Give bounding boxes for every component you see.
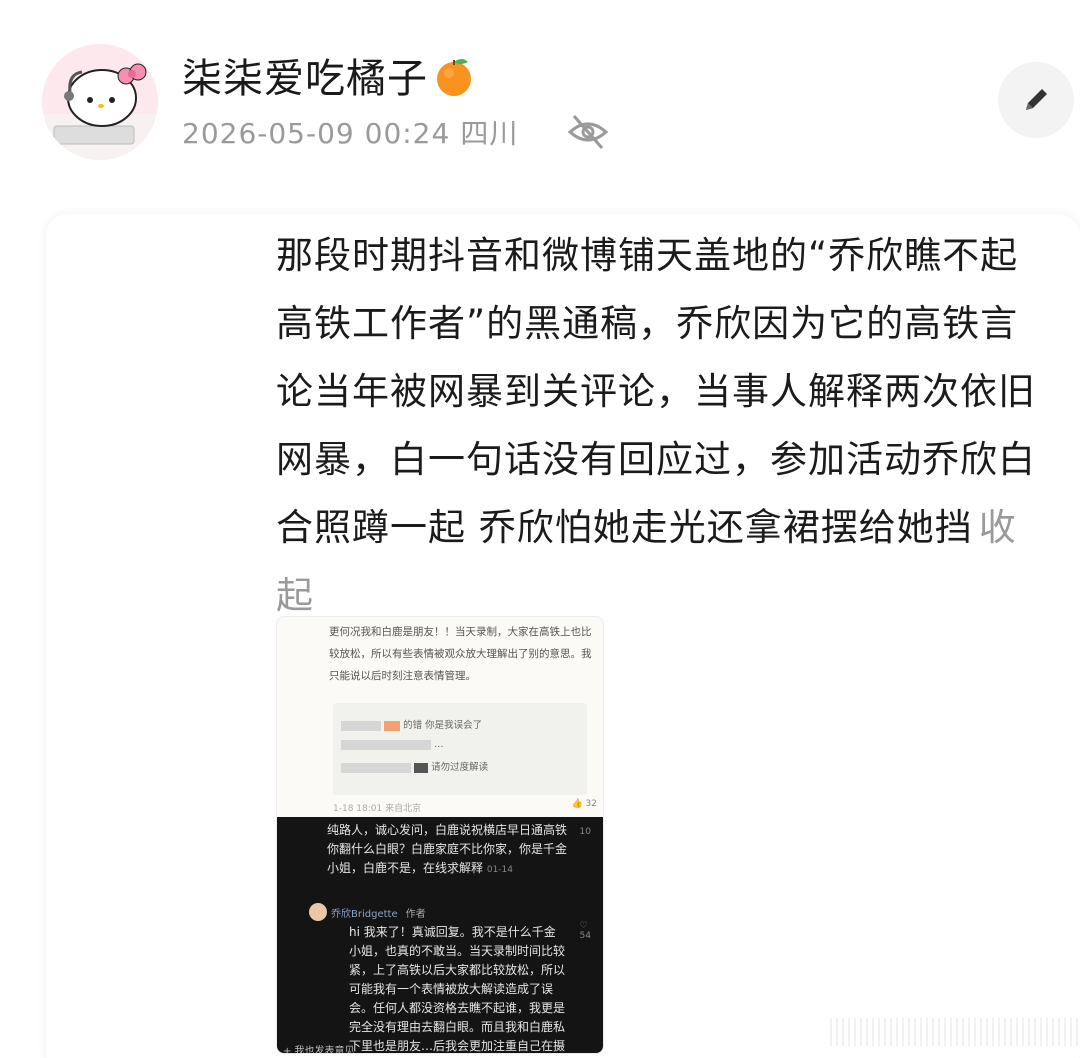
reply-avatar [309, 903, 327, 921]
comment-1-likes: 10 [579, 827, 591, 837]
author-tag: 作者 [405, 909, 426, 920]
note-box-line-1: 的错 你是我误会了 [403, 720, 483, 731]
note-like-count: 32 [585, 799, 597, 809]
post-meta: 2026-05-09 00:24 四川 [182, 112, 518, 152]
image-dots-indicator [830, 1018, 1080, 1046]
eye-off-icon[interactable] [566, 112, 610, 152]
note-box-line-2: … [434, 739, 444, 750]
note-time: 1-18 18:01 来自北京 [333, 804, 422, 814]
hello-kitty-avatar-icon [42, 44, 158, 160]
reply-like-count: 54 [579, 931, 591, 941]
username-text[interactable]: 柒柒爱吃橘子 [182, 56, 428, 102]
reply-author: 乔欣Bridgette [331, 909, 398, 920]
pencil-icon [1026, 89, 1047, 110]
note-quote-box: 的错 你是我误会了 … 请勿过度解读 [333, 703, 587, 795]
heart-icon: ♡ [579, 921, 588, 931]
reply-likes: ♡ 54 [580, 921, 591, 941]
reply-header: 乔欣Bridgette 作者 [331, 905, 426, 920]
reply-text: hi 我来了！真诚回复。我不是什么千金小姐，也真的不敢当。当天录制时间比较紧，上… [349, 925, 566, 1053]
post-image[interactable]: 更何况我和白鹿是朋友！！当天录制，大家在高铁上也比较放松，所以有些表情被观众放大… [276, 616, 604, 1054]
thumbs-up-icon: 👍 [571, 799, 583, 809]
comments-section: 纯路人，诚心发问，白鹿说祝横店早日通高铁你翻什么白眼？白鹿家庭不比你家，你是千金… [277, 817, 603, 1054]
user-avatar[interactable] [42, 44, 158, 160]
comment-1: 纯路人，诚心发问，白鹿说祝横店早日通高铁你翻什么白眼？白鹿家庭不比你家，你是千金… [327, 821, 567, 880]
note-action-bar: 1-18 18:01 来自北京 👍 32 [277, 795, 603, 819]
comment-1-date: 01-14 [486, 865, 513, 875]
post-text: 那段时期抖音和微博铺天盖地的“乔欣瞧不起高铁工作者”的黑通稿，乔欣因为它的高铁言… [276, 234, 1036, 549]
note-box-line-3: 请勿过度解读 [431, 762, 489, 773]
comment-1-text: 纯路人，诚心发问，白鹿说祝横店早日通高铁你翻什么白眼？白鹿家庭不比你家，你是千金… [327, 823, 568, 875]
note-likes: 👍 32 [571, 799, 597, 809]
note-section: 更何况我和白鹿是朋友！！当天录制，大家在高铁上也比较放松，所以有些表情被观众放大… [277, 617, 603, 819]
edit-button[interactable] [998, 62, 1074, 138]
username[interactable]: 柒柒爱吃橘子 [182, 46, 476, 104]
post-location: 四川 [460, 117, 519, 150]
note-text: 更何况我和白鹿是朋友！！当天录制，大家在高铁上也比较放松，所以有些表情被观众放大… [329, 626, 592, 682]
shot-footer: + 我也发表意见 [283, 1046, 355, 1054]
post-body: 那段时期抖音和微博铺天盖地的“乔欣瞧不起高铁工作者”的黑通稿，乔欣因为它的高铁言… [276, 222, 1046, 630]
orange-emoji-icon [437, 59, 471, 96]
post-timestamp: 2026-05-09 00:24 [182, 117, 451, 150]
